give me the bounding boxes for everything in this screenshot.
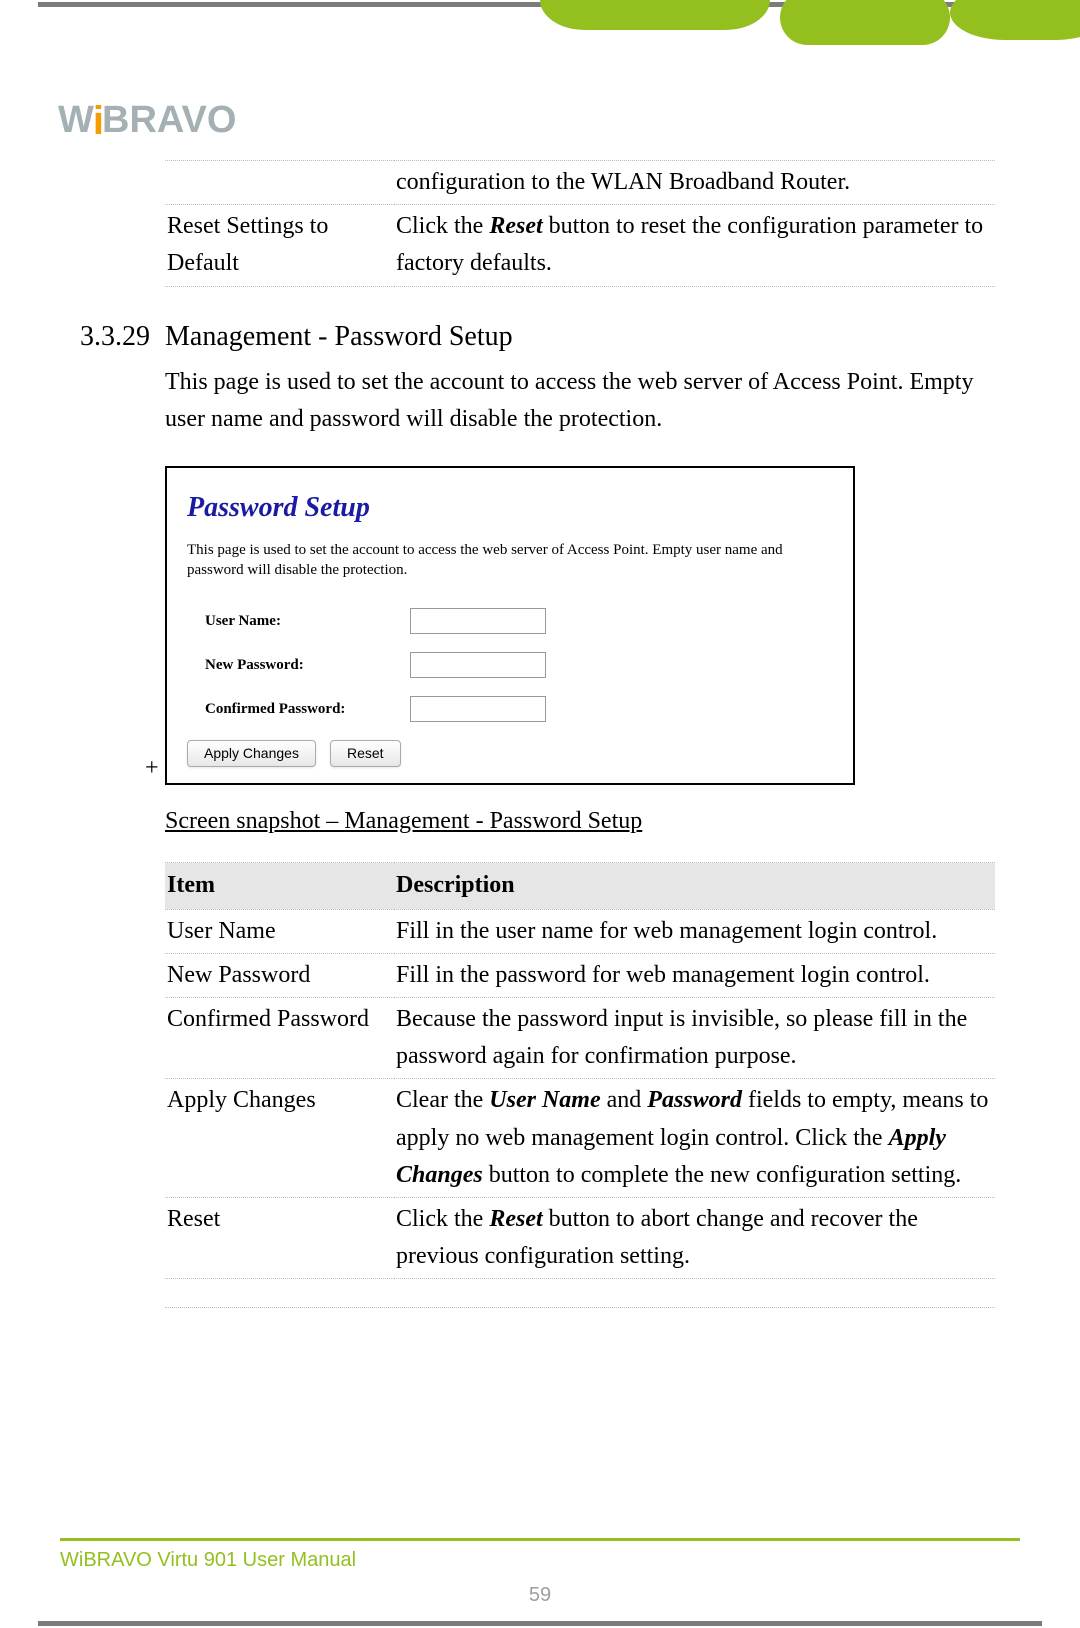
snapshot-label-confirm: Confirmed Password: xyxy=(205,698,410,721)
scan-bar-bottom xyxy=(38,1621,1042,1626)
prev-row-item: Reset Settings to Default xyxy=(165,205,394,286)
snapshot-buttons: Apply Changes Reset xyxy=(187,740,833,767)
footer-rule xyxy=(60,1538,1020,1541)
snapshot-title: Password Setup xyxy=(187,486,833,529)
header-blob-1 xyxy=(540,0,770,30)
snapshot-label-newpassword: New Password: xyxy=(205,654,410,677)
cell-desc: Because the password input is invisible,… xyxy=(394,997,995,1078)
snapshot-label-username: User Name: xyxy=(205,610,410,633)
cell-item: New Password xyxy=(165,953,394,997)
snapshot-row-newpassword: New Password: xyxy=(205,652,833,678)
page-number: 59 xyxy=(0,1580,1080,1611)
text-span: and xyxy=(601,1087,648,1113)
text-bold: User Name xyxy=(489,1087,600,1113)
page-content: configuration to the WLAN Broadband Rout… xyxy=(165,160,995,1308)
brand-i: i xyxy=(93,90,100,152)
table-row: Apply Changes Clear the User Name and Pa… xyxy=(165,1079,995,1198)
cell-item: Reset xyxy=(165,1197,394,1278)
section-title: Management - Password Setup xyxy=(165,321,513,352)
col-description: Description xyxy=(394,863,995,909)
snapshot-desc: This page is used to set the account to … xyxy=(187,540,833,581)
brand-rest: BRAVO xyxy=(102,99,236,141)
section-intro: This page is used to set the account to … xyxy=(165,364,995,438)
table-row: Reset Click the Reset button to abort ch… xyxy=(165,1197,995,1278)
section-end-rule xyxy=(165,1307,995,1308)
table-row: User Name Fill in the user name for web … xyxy=(165,909,995,953)
cell-desc: Fill in the password for web management … xyxy=(394,953,995,997)
screenshot-panel: Password Setup This page is used to set … xyxy=(165,466,855,785)
cell-desc: Click the Reset button to abort change a… xyxy=(394,1197,995,1278)
table-row: Confirmed Password Because the password … xyxy=(165,997,995,1078)
table-row: New Password Fill in the password for we… xyxy=(165,953,995,997)
previous-section-table-fragment: configuration to the WLAN Broadband Rout… xyxy=(165,160,995,287)
cell-item: Confirmed Password xyxy=(165,997,394,1078)
footer-text: WiBRAVO Virtu 901 User Manual xyxy=(60,1545,356,1576)
section-heading: 3.3.29Management - Password Setup xyxy=(165,315,995,358)
brand-w: W xyxy=(58,99,94,141)
snapshot-row-username: User Name: xyxy=(205,608,833,634)
snapshot-row-confirm: Confirmed Password: xyxy=(205,696,833,722)
section-number: 3.3.29 xyxy=(80,315,165,358)
text-bold: Reset xyxy=(489,1206,542,1232)
new-password-input[interactable] xyxy=(410,652,546,678)
text-span: Clear the xyxy=(396,1087,489,1113)
confirmed-password-input[interactable] xyxy=(410,696,546,722)
prev-row-frag: configuration to the WLAN Broadband Rout… xyxy=(394,161,995,205)
apply-changes-button[interactable]: Apply Changes xyxy=(187,740,316,767)
col-item: Item xyxy=(165,863,394,909)
description-table: Item Description User Name Fill in the u… xyxy=(165,862,995,1279)
text-bold: Reset xyxy=(489,213,542,239)
cell-desc: Clear the User Name and Password fields … xyxy=(394,1079,995,1198)
snapshot-marker: + xyxy=(145,750,159,787)
text-bold: Password xyxy=(647,1087,742,1113)
reset-button[interactable]: Reset xyxy=(330,740,401,767)
screenshot-caption: Screen snapshot – Management - Password … xyxy=(165,803,995,840)
text-span: Click the xyxy=(396,213,489,239)
text-span: button to complete the new configuration… xyxy=(483,1162,962,1188)
username-input[interactable] xyxy=(410,608,546,634)
header-blob-2 xyxy=(780,0,950,45)
text-span: Click the xyxy=(396,1206,489,1232)
cell-item: Apply Changes xyxy=(165,1079,394,1198)
cell-item: User Name xyxy=(165,909,394,953)
cell-desc: Fill in the user name for web management… xyxy=(394,909,995,953)
brand-logo: WiBRAVO xyxy=(58,90,236,152)
prev-row-desc: Click the Reset button to reset the conf… xyxy=(394,205,995,286)
header-blob-3 xyxy=(950,0,1080,40)
